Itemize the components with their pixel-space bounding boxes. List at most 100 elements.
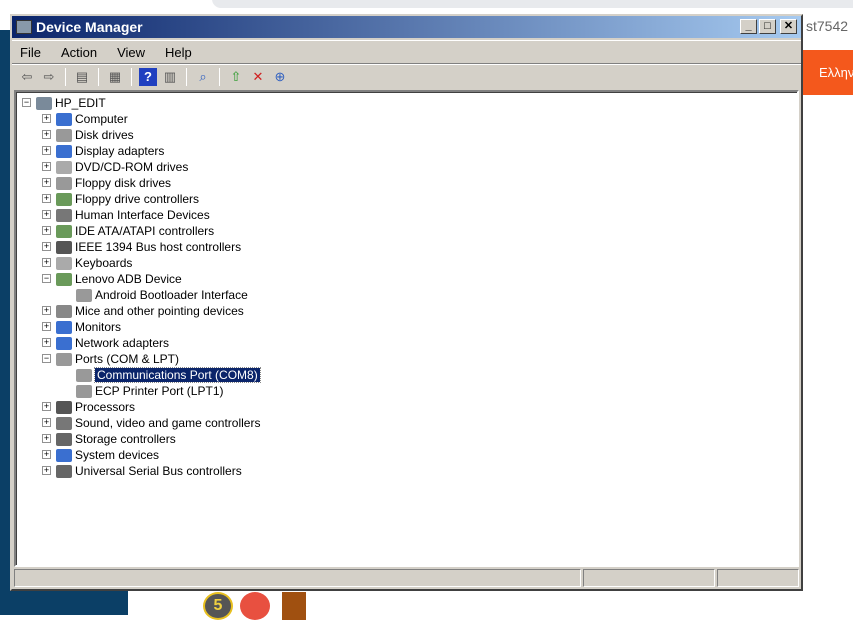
expand-icon[interactable]: +: [42, 130, 51, 139]
collapse-icon[interactable]: −: [42, 354, 51, 363]
collapse-icon[interactable]: −: [22, 98, 31, 107]
tree-category[interactable]: + Storage controllers: [42, 431, 176, 447]
device-icon: [56, 128, 72, 142]
device-icon: [56, 448, 72, 462]
show-action-pane-icon[interactable]: ▥: [161, 68, 179, 86]
browser-url-fragment: st7542: [806, 18, 849, 34]
tree-item-label: IDE ATA/ATAPI controllers: [75, 224, 215, 238]
device-icon: [56, 416, 72, 430]
expand-icon[interactable]: +: [42, 194, 51, 203]
tree-item-label: Storage controllers: [75, 432, 176, 446]
expand-icon[interactable]: +: [42, 450, 51, 459]
expand-icon[interactable]: +: [42, 306, 51, 315]
minimize-button[interactable]: _: [740, 19, 757, 34]
web-page-bottom: [128, 590, 853, 615]
device-icon: [56, 240, 72, 254]
device-icon: [56, 304, 72, 318]
tree-item-label: Monitors: [75, 320, 122, 334]
device-icon: [56, 112, 72, 126]
expand-icon[interactable]: +: [42, 402, 51, 411]
expand-icon[interactable]: +: [42, 114, 51, 123]
forward-icon[interactable]: ⇨: [40, 68, 58, 86]
device-icon: [76, 384, 92, 398]
help-icon[interactable]: ?: [139, 67, 157, 86]
tree-category[interactable]: + Sound, video and game controllers: [42, 415, 260, 431]
menu-action[interactable]: Action: [61, 45, 97, 60]
status-pane-main: [14, 569, 581, 587]
tree-category[interactable]: + Network adapters: [42, 335, 169, 351]
tree-item-label: Keyboards: [75, 256, 133, 270]
tree-category[interactable]: + Floppy drive controllers: [42, 191, 199, 207]
expand-icon[interactable]: +: [42, 434, 51, 443]
tree-category[interactable]: + Human Interface Devices: [42, 207, 210, 223]
tree-device[interactable]: Android Bootloader Interface: [76, 287, 248, 303]
tree-device[interactable]: Communications Port (COM8): [76, 367, 261, 383]
tree-category[interactable]: + System devices: [42, 447, 159, 463]
device-icon: [76, 368, 92, 382]
tree-category[interactable]: − Ports (COM & LPT): [42, 351, 180, 367]
scan-hardware-icon[interactable]: ⌕: [194, 68, 212, 86]
tree-root[interactable]: − HP_EDIT: [22, 95, 106, 111]
expand-icon[interactable]: +: [42, 146, 51, 155]
tree-category[interactable]: + Mice and other pointing devices: [42, 303, 244, 319]
door-icon: [282, 592, 306, 620]
device-icon: [56, 320, 72, 334]
device-manager-icon: [16, 20, 32, 34]
expand-icon[interactable]: +: [42, 258, 51, 267]
tree-category[interactable]: + DVD/CD-ROM drives: [42, 159, 189, 175]
trophy-icon: [240, 592, 270, 620]
tree-category[interactable]: − Lenovo ADB Device: [42, 271, 182, 287]
expand-icon[interactable]: +: [42, 162, 51, 171]
uninstall-icon[interactable]: ✕: [249, 68, 267, 86]
language-button[interactable]: Ελλην: [803, 50, 853, 95]
device-icon: [56, 144, 72, 158]
device-icon: [56, 400, 72, 414]
tree-item-label: Ports (COM & LPT): [75, 352, 180, 366]
expand-icon[interactable]: +: [42, 322, 51, 331]
tree-item-label: DVD/CD-ROM drives: [75, 160, 189, 174]
expand-icon[interactable]: +: [42, 338, 51, 347]
device-icon: [56, 432, 72, 446]
tree-category[interactable]: + Disk drives: [42, 127, 134, 143]
expand-icon[interactable]: +: [42, 178, 51, 187]
tree-category[interactable]: + Keyboards: [42, 255, 133, 271]
device-icon: [56, 352, 72, 366]
close-button[interactable]: ✕: [780, 19, 797, 34]
expand-icon[interactable]: +: [42, 210, 51, 219]
tree-item-label: ECP Printer Port (LPT1): [95, 384, 224, 398]
tree-category[interactable]: + IEEE 1394 Bus host controllers: [42, 239, 241, 255]
disable-icon[interactable]: ⊕: [271, 68, 289, 86]
device-icon: [56, 256, 72, 270]
window-title: Device Manager: [36, 19, 143, 35]
expand-icon[interactable]: +: [42, 242, 51, 251]
web-page-background: [803, 14, 853, 615]
expand-icon[interactable]: +: [42, 418, 51, 427]
tree-category[interactable]: + Display adapters: [42, 143, 164, 159]
tree-category[interactable]: + Computer: [42, 111, 128, 127]
tree-category[interactable]: + Processors: [42, 399, 135, 415]
collapse-icon[interactable]: −: [42, 274, 51, 283]
back-icon[interactable]: ⇦: [18, 68, 36, 86]
tree-category[interactable]: + Universal Serial Bus controllers: [42, 463, 242, 479]
device-icon: [56, 224, 72, 238]
maximize-button[interactable]: □: [759, 19, 776, 34]
browser-address-bar[interactable]: [212, 0, 853, 8]
menu-help[interactable]: Help: [165, 45, 192, 60]
expand-icon[interactable]: +: [42, 226, 51, 235]
tree-category[interactable]: + Monitors: [42, 319, 122, 335]
update-driver-icon[interactable]: ⇧: [227, 68, 245, 86]
device-icon: [56, 160, 72, 174]
tree-item-label: Disk drives: [75, 128, 134, 142]
tree-item-label: Universal Serial Bus controllers: [75, 464, 242, 478]
device-tree[interactable]: − HP_EDIT + Computer + Disk drives + Display ad…: [14, 90, 799, 567]
title-bar[interactable]: Device Manager _ □ ✕: [12, 16, 801, 38]
tree-category[interactable]: + Floppy disk drives: [42, 175, 172, 191]
menu-file[interactable]: File: [20, 45, 41, 60]
properties-icon[interactable]: ▦: [106, 68, 124, 86]
show-hide-console-tree-icon[interactable]: ▤: [73, 68, 91, 86]
tree-category[interactable]: + IDE ATA/ATAPI controllers: [42, 223, 215, 239]
menu-view[interactable]: View: [117, 45, 145, 60]
tree-device[interactable]: ECP Printer Port (LPT1): [76, 383, 223, 399]
expand-icon[interactable]: +: [42, 466, 51, 475]
tree-item-label: Floppy disk drives: [75, 176, 172, 190]
